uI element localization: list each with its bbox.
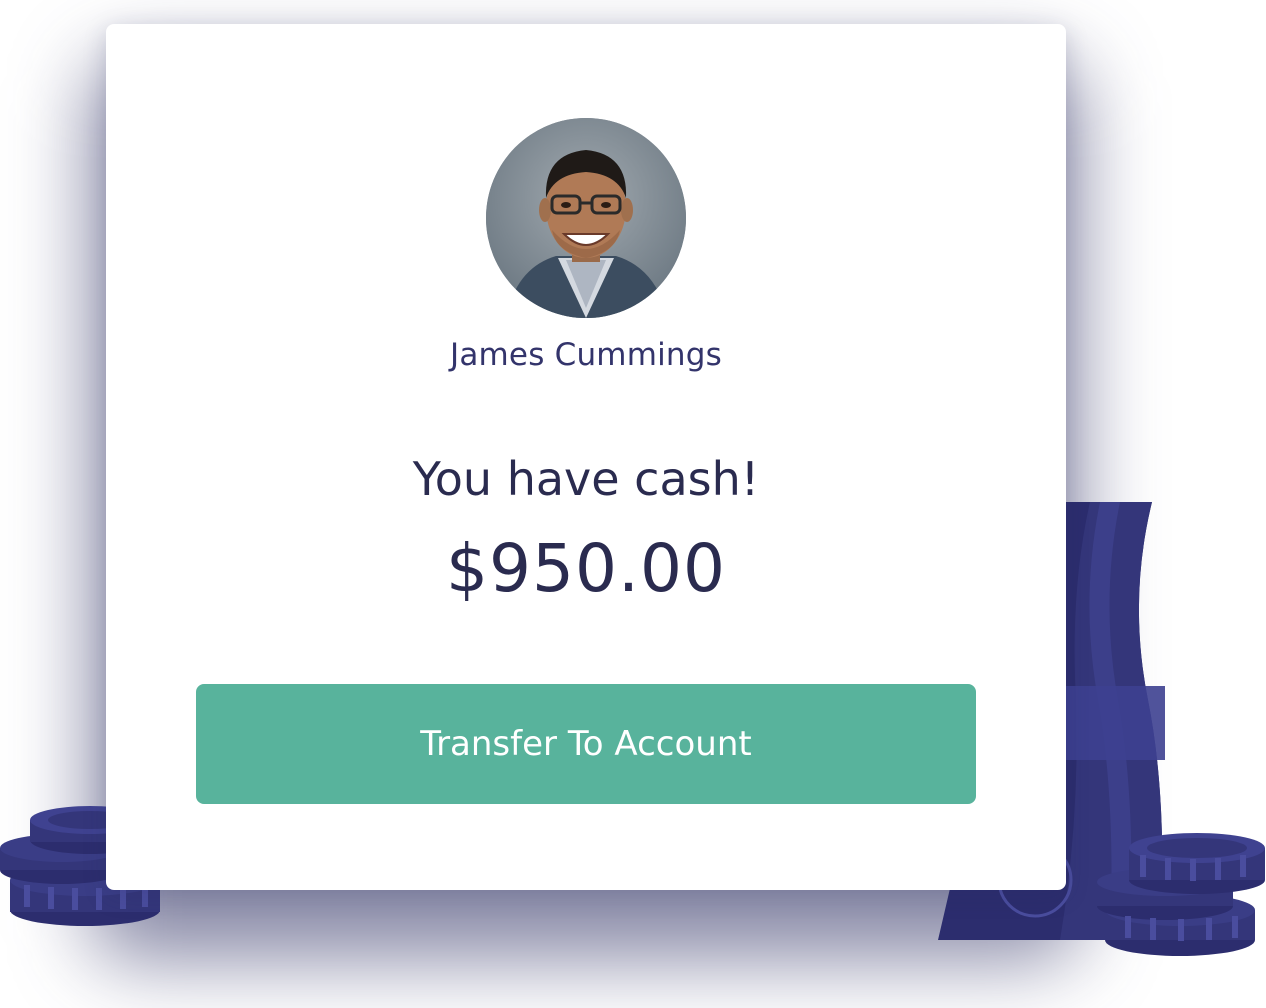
avatar [486, 118, 686, 318]
transfer-to-account-button[interactable]: Transfer To Account [196, 684, 976, 804]
cash-card: James Cummings You have cash! $950.00 Tr… [106, 24, 1066, 890]
cash-amount: $950.00 [446, 530, 726, 607]
profile-photo-icon [486, 118, 686, 318]
user-name: James Cummings [450, 337, 722, 373]
cash-headline: You have cash! [412, 452, 760, 506]
